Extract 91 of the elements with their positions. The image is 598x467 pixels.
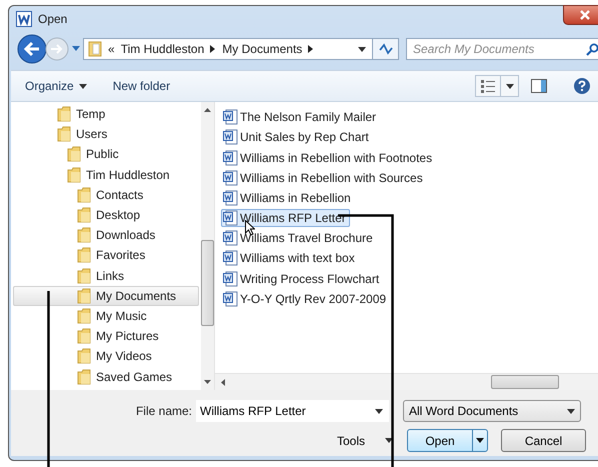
file-type-dropdown[interactable]: All Word Documents — [403, 400, 581, 422]
folder-tree-item[interactable]: Favorites — [13, 245, 199, 266]
document-icon — [223, 129, 238, 146]
folder-icon — [77, 328, 91, 344]
file-item[interactable]: Williams in Rebellion with Sources — [221, 168, 427, 187]
preview-pane-icon — [531, 79, 547, 93]
folder-tree-item[interactable]: My Videos — [13, 346, 199, 366]
scroll-up-icon[interactable] — [204, 108, 211, 112]
file-item[interactable]: Williams with text box — [221, 249, 359, 268]
preview-pane-button[interactable] — [531, 79, 547, 93]
chevron-icon[interactable] — [210, 45, 216, 53]
caret-icon — [476, 438, 484, 443]
file-item[interactable]: Williams Travel Brochure — [221, 229, 377, 248]
file-item[interactable]: The Nelson Family Mailer — [221, 108, 380, 126]
document-icon — [223, 290, 238, 307]
dropdown-icon[interactable] — [358, 46, 366, 52]
cancel-button[interactable]: Cancel — [501, 429, 586, 452]
tools-button[interactable]: Tools — [337, 434, 393, 448]
folder-tree-item[interactable]: Users — [13, 124, 199, 144]
help-button[interactable] — [573, 77, 591, 95]
scroll-down-icon[interactable] — [204, 380, 211, 384]
caret-icon — [385, 438, 393, 443]
folder-icon — [77, 247, 91, 264]
folder-tree-item[interactable]: Links — [13, 266, 199, 286]
file-name-label: File name: — [134, 404, 193, 418]
open-button[interactable]: Open — [407, 429, 488, 452]
chevron-icon[interactable] — [308, 45, 314, 53]
folder-tree-item[interactable]: Downloads — [13, 225, 199, 246]
folder-tree-item[interactable]: Desktop — [13, 204, 199, 226]
breadcrumb[interactable]: My Documents — [222, 42, 302, 56]
search-field[interactable]: Search My Documents — [406, 38, 598, 60]
document-icon — [223, 109, 238, 126]
folder-icon — [88, 41, 102, 57]
folder-icon — [77, 348, 91, 364]
document-icon — [223, 210, 238, 226]
file-item[interactable]: Williams in Rebellion — [221, 188, 355, 208]
folder-icon — [67, 146, 81, 162]
caret-icon — [567, 408, 575, 414]
folder-icon — [57, 126, 71, 142]
scroll-thumb[interactable] — [491, 375, 559, 389]
folder-icon — [77, 268, 91, 284]
folder-icon — [77, 186, 91, 203]
folder-icon — [57, 106, 71, 122]
scrollbar[interactable] — [215, 373, 598, 390]
address-bar[interactable]: « Tim Huddleston My Documents — [83, 38, 373, 60]
folder-tree-item[interactable]: Public — [13, 144, 199, 165]
caret-icon — [78, 84, 87, 88]
folder-tree-item[interactable]: Temp — [13, 104, 199, 124]
folder-icon — [77, 308, 91, 324]
back-button[interactable] — [17, 34, 47, 64]
search-icon — [586, 42, 598, 56]
file-item[interactable]: Williams in Rebellion with Footnotes — [221, 148, 436, 167]
new-folder-button[interactable]: New folder — [112, 79, 170, 93]
folder-tree-item[interactable]: My Music — [13, 306, 199, 326]
folder-tree-item[interactable]: Tim Huddleston — [13, 164, 199, 185]
caret-icon — [506, 84, 514, 88]
folder-icon — [77, 207, 91, 224]
view-options-button[interactable] — [475, 75, 501, 97]
folder-icon — [77, 288, 91, 304]
folder-icon — [67, 166, 81, 183]
scrollbar[interactable] — [201, 102, 215, 390]
scroll-left-icon[interactable] — [221, 378, 225, 386]
document-icon — [223, 150, 238, 166]
refresh-button[interactable] — [373, 38, 399, 60]
document-icon — [223, 230, 238, 246]
organize-button[interactable]: Organize — [25, 79, 87, 93]
folder-icon — [77, 368, 91, 385]
help-icon — [573, 77, 591, 95]
dropdown-icon[interactable] — [375, 409, 383, 414]
word-icon — [16, 11, 32, 27]
folder-tree-item[interactable]: Saved Games — [13, 366, 199, 387]
document-icon — [223, 270, 238, 287]
scroll-thumb[interactable] — [201, 240, 214, 326]
view-dropdown-button[interactable] — [501, 75, 519, 97]
close-icon — [579, 10, 591, 20]
folder-tree-item[interactable]: Contacts — [13, 184, 199, 205]
overflow-chevron[interactable]: « — [108, 42, 115, 56]
details-view-icon — [480, 79, 496, 93]
file-item[interactable]: Y-O-Y Qrtly Rev 2007-2009 — [221, 290, 390, 308]
folder-icon — [77, 227, 91, 244]
file-name-field[interactable]: Williams RFP Letter — [196, 400, 389, 422]
document-icon — [223, 190, 238, 206]
folder-tree-item[interactable]: My Pictures — [13, 326, 199, 346]
document-icon — [223, 170, 238, 186]
close-button[interactable] — [563, 5, 598, 25]
file-item[interactable]: Unit Sales by Rep Chart — [221, 128, 373, 146]
window-title: Open — [38, 12, 68, 26]
file-item[interactable]: Writing Process Flowchart — [221, 270, 384, 288]
folder-tree-item[interactable]: My Documents — [13, 286, 199, 306]
document-icon — [223, 250, 238, 266]
breadcrumb[interactable]: Tim Huddleston — [120, 42, 204, 56]
